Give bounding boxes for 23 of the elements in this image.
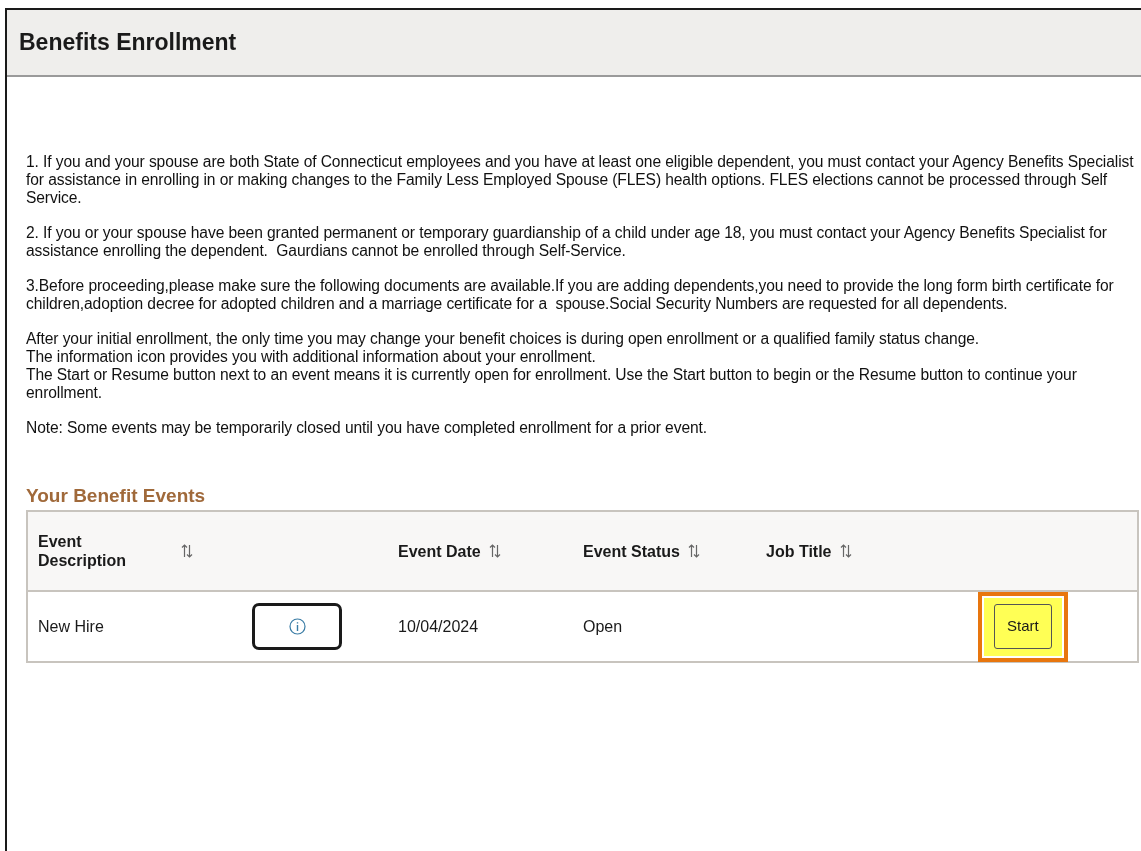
column-header[interactable]: Event Status: [583, 541, 680, 561]
instruction-text: After your initial enrollment, the only time you may change your benefit choices is during open enrollment or a qualified family status change.: [26, 330, 981, 348]
info-icon: [288, 618, 306, 635]
instruction-text: Note: Some events may be temporarily closed until you have completed enrollment for a prior event.: [26, 419, 708, 437]
sort-icon[interactable]: [181, 544, 193, 558]
section-heading: Your Benefit Events: [26, 485, 207, 507]
instruction-text: 1. If you and your spouse are both State of Connecticut employees and you have at least one eligible dependent, you must contact your Agency Benefits Specialist for assistance in enrolling in or making changes to the Family Less Employed Spouse (FLES) health options. FLES elections cannot be processed through Self Service.: [26, 153, 1135, 207]
sort-icon[interactable]: [687, 544, 700, 558]
page-title: Benefits Enrollment: [19, 28, 237, 58]
table-cell-text: New Hire: [37, 616, 105, 637]
table-cell-text: Open: [583, 616, 624, 637]
instruction-text: The Start or Resume button next to an event means it is currently open for enrollment. Use the Start button to begin or the Resume button to continue your enrollment.: [26, 366, 1078, 402]
column-header[interactable]: Job Title: [766, 541, 832, 561]
sort-icon[interactable]: [488, 544, 501, 558]
column-header[interactable]: Event Date: [398, 541, 481, 561]
column-header[interactable]: Event Description: [38, 532, 173, 570]
sort-icon[interactable]: [839, 544, 852, 558]
table-cell-text: 10/04/2024: [398, 616, 480, 637]
info-button[interactable]: [252, 603, 342, 650]
instruction-text: The information icon provides you with additional information about your enrollment.: [26, 348, 597, 366]
start-button[interactable]: Start: [994, 604, 1052, 649]
instruction-text: 2. If you or your spouse have been granted permanent or temporary guardianship of a child under age 18, you must contact your Agency Benefits Specialist for assistance enrolling the dependent. Gaurdians cannot be enrolled through Self-Service.: [26, 224, 1108, 260]
instruction-text: 3.Before proceeding,please make sure the following documents are available.If you are adding dependents,you need to provide the long form birth certificate for children,adoption decree for adopted children and a marriage certificate for a spouse.Social Security Numbers are requested for all dependents.: [26, 277, 1115, 313]
